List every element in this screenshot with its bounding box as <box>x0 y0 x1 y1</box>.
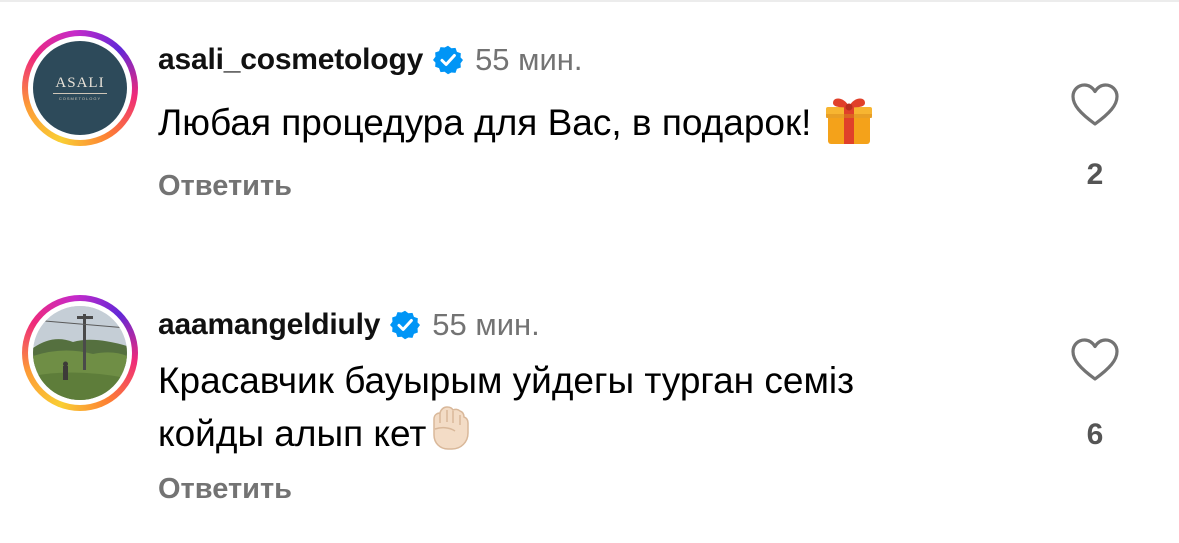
avatar-logo-subtext: COSMETOLOGY <box>58 96 102 101</box>
comment-text-line-2: койды алып кет <box>158 412 427 454</box>
heart-icon[interactable] <box>1070 337 1120 383</box>
verified-badge-icon <box>433 45 464 75</box>
like-count[interactable]: 2 <box>1070 158 1120 192</box>
avatar[interactable]: ASALI COSMETOLOGY <box>33 41 127 135</box>
comment-text-content: Любая процедура для Вас, в подарок! <box>158 101 812 143</box>
timestamp: 55 мин. <box>475 42 583 77</box>
verified-badge-icon <box>390 310 421 340</box>
like-count[interactable]: 6 <box>1070 418 1120 452</box>
heart-icon[interactable] <box>1070 82 1120 128</box>
comment-text: Красавчик бауырым уйдегы турган семіз ко… <box>158 357 854 467</box>
username[interactable]: aaamangeldiuly <box>158 308 380 342</box>
reply-button[interactable]: Ответить <box>158 473 292 506</box>
avatar-logo-text: ASALI <box>53 75 107 94</box>
comment-text-line-2-wrapper: койды алып кет <box>158 405 854 467</box>
timestamp: 55 мин. <box>432 307 540 342</box>
comment-header: aaamangeldiuly 55 мин. <box>158 305 540 345</box>
comment-item: ASALI COSMETOLOGY asali_cosmetology 55 м… <box>0 30 1179 270</box>
comment-text: Любая процедура для Вас, в подарок! <box>158 92 876 158</box>
comment-item: aaamangeldiuly 55 мин. Красавчик бауырым… <box>0 295 1179 535</box>
raised-fist-emoji-icon <box>426 405 472 467</box>
gift-emoji-icon <box>822 92 876 158</box>
story-ring[interactable] <box>22 295 138 411</box>
story-ring[interactable]: ASALI COSMETOLOGY <box>22 30 138 146</box>
comment-text-line-1: Красавчик бауырым уйдегы турган семіз <box>158 360 855 401</box>
comment-header: asali_cosmetology 55 мин. <box>158 40 583 80</box>
username[interactable]: asali_cosmetology <box>158 43 423 77</box>
top-divider <box>0 0 1179 2</box>
reply-button[interactable]: Ответить <box>158 170 292 203</box>
avatar[interactable] <box>33 306 127 400</box>
